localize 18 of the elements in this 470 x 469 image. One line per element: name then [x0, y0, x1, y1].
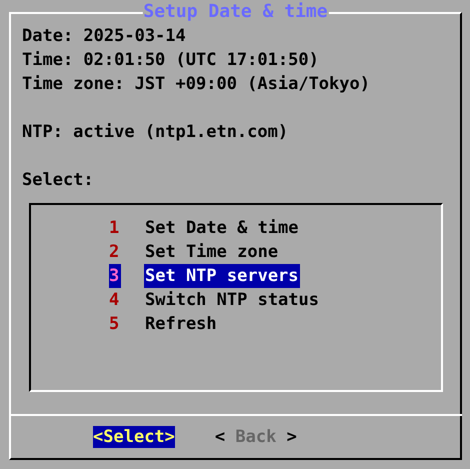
menu-item[interactable]: Set Time zone — [144, 240, 280, 264]
menu-item[interactable]: Refresh — [144, 312, 218, 336]
prompt-text: Select: — [22, 169, 95, 192]
menu-number: 3 — [109, 264, 121, 288]
info-text: Time zone: JST +09:00 (Asia/Tokyo) — [22, 73, 371, 96]
ntp-status-text: NTP: active (ntp1.etn.com) — [22, 121, 290, 144]
menu-number: 1 — [109, 217, 120, 240]
menu-number: 5 — [109, 313, 120, 336]
dialog-title: Setup Date & time — [142, 0, 329, 24]
menu-number: 4 — [109, 289, 120, 312]
menu-number: 2 — [109, 241, 120, 264]
menu-item[interactable]: Switch NTP status — [144, 288, 320, 312]
dialog-button[interactable]: < Back > — [214, 426, 297, 448]
info-text: Date: 2025-03-14 — [22, 25, 187, 48]
menu-item[interactable]: Set Date & time — [144, 216, 300, 240]
dialog-button[interactable]: <Select> — [93, 426, 175, 448]
info-text: Time: 02:01:50 (UTC 17:01:50) — [22, 49, 320, 72]
menu-item[interactable]: Set NTP servers — [144, 264, 300, 288]
